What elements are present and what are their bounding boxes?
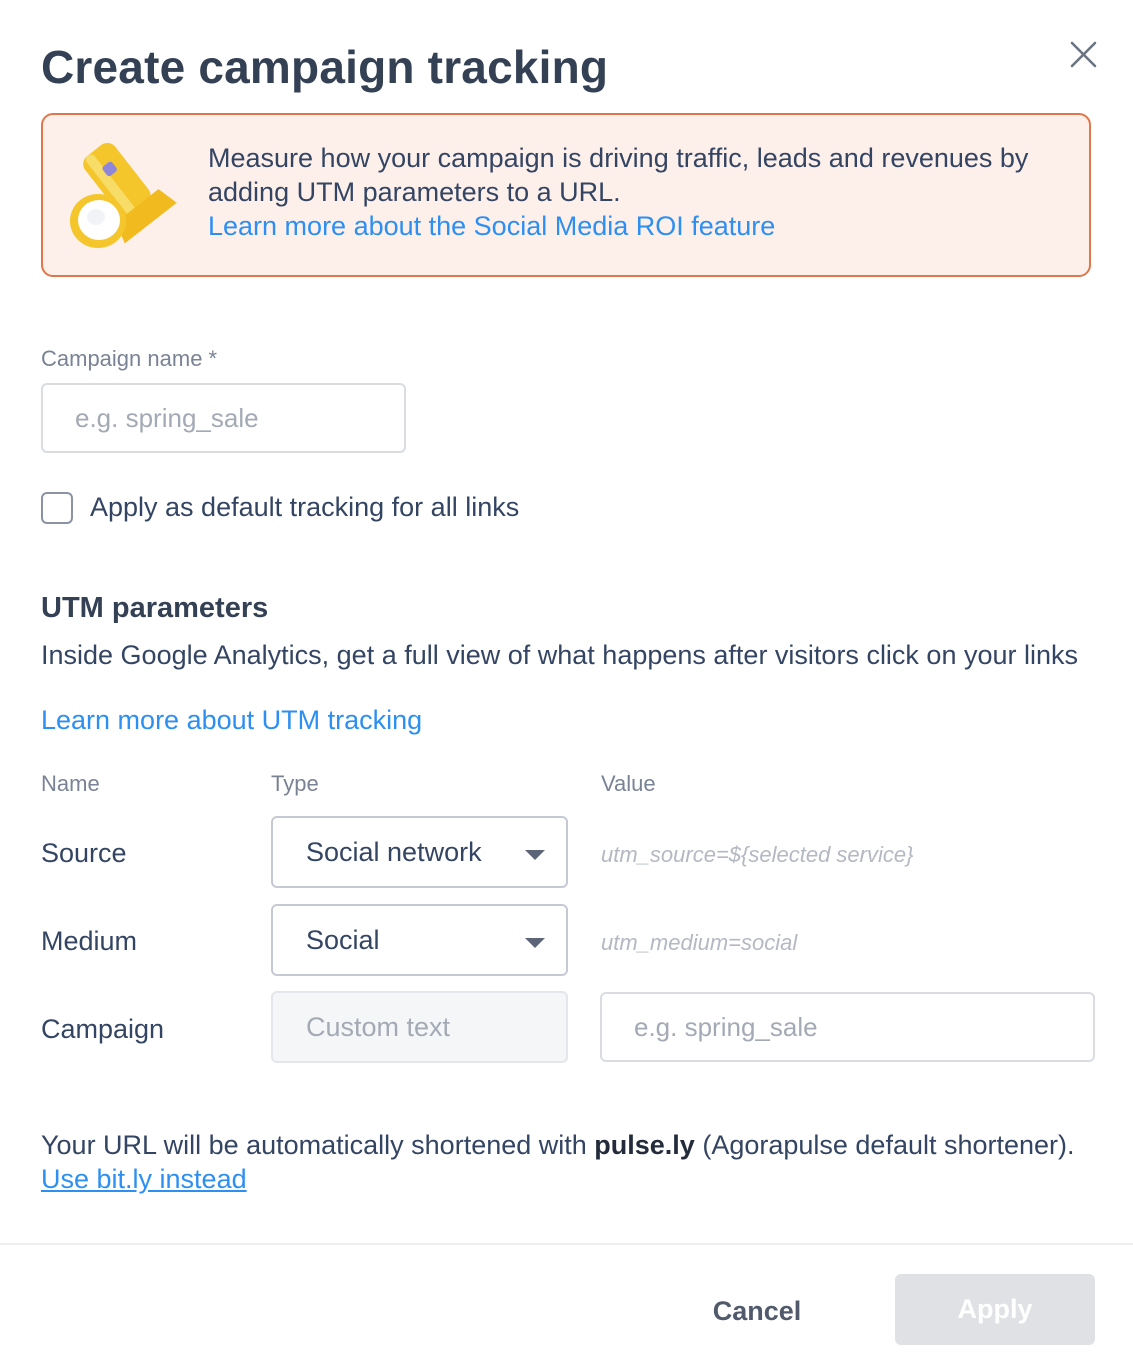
dialog-title: Create campaign tracking (41, 41, 609, 93)
medium-type-value: Social (306, 925, 380, 955)
utm-tracking-link[interactable]: Learn more about UTM tracking (41, 705, 422, 736)
shortener-service: pulse.ly (594, 1130, 695, 1160)
flashlight-icon (70, 142, 177, 248)
apply-button[interactable]: Apply (895, 1274, 1095, 1345)
column-header-type: Type (271, 771, 319, 796)
campaign-name-input[interactable] (41, 383, 406, 453)
banner-text: Measure how your campaign is driving tra… (208, 141, 1068, 243)
shortener-text-after: (Agorapulse default shortener). (694, 1130, 1075, 1160)
footer-divider (0, 1243, 1133, 1245)
default-tracking-label: Apply as default tracking for all links (90, 492, 520, 522)
column-header-value: Value (601, 771, 656, 796)
source-type-value: Social network (306, 837, 482, 867)
campaign-type-field: Custom text (271, 991, 568, 1063)
roi-feature-link[interactable]: Learn more about the Social Media ROI fe… (208, 209, 775, 243)
row-name-campaign: Campaign (41, 1014, 165, 1044)
medium-type-select[interactable]: Social (271, 904, 568, 976)
close-button[interactable] (1064, 36, 1102, 74)
campaign-name-label: Campaign name * (41, 346, 218, 371)
cancel-button[interactable]: Cancel (672, 1275, 842, 1345)
medium-value: utm_medium=social (601, 930, 798, 955)
row-name-medium: Medium (41, 926, 138, 956)
shortener-text-before: Your URL will be automatically shortened… (41, 1130, 595, 1160)
source-type-select[interactable]: Social network (271, 816, 568, 888)
banner-description: Measure how your campaign is driving tra… (208, 143, 1029, 207)
row-name-source: Source (41, 838, 127, 868)
default-tracking-checkbox[interactable] (41, 492, 73, 524)
campaign-value-input[interactable] (600, 992, 1095, 1062)
utm-description: Inside Google Analytics, get a full view… (41, 640, 1079, 670)
shortener-note: Your URL will be automatically shortened… (41, 1128, 1091, 1196)
source-value: utm_source=${selected service} (601, 842, 914, 867)
column-header-name: Name (41, 771, 100, 796)
info-banner: Measure how your campaign is driving tra… (41, 113, 1091, 277)
chevron-down-icon (525, 850, 545, 860)
campaign-type-value: Custom text (306, 1012, 451, 1042)
use-bitly-link[interactable]: Use bit.ly instead (41, 1164, 247, 1194)
utm-heading: UTM parameters (41, 592, 269, 624)
close-icon (1070, 41, 1097, 68)
campaign-tracking-dialog: Create campaign tracking Measure how you… (0, 0, 1133, 1356)
chevron-down-icon (525, 938, 545, 948)
